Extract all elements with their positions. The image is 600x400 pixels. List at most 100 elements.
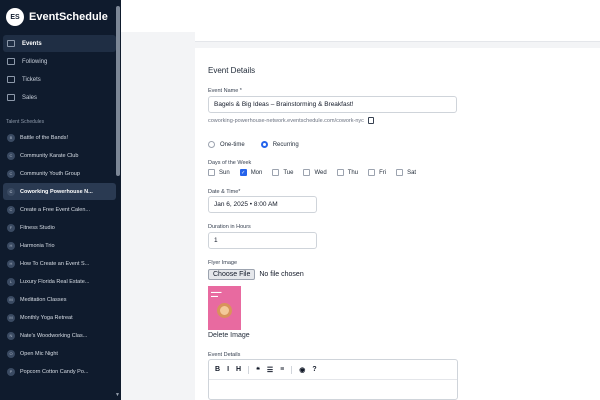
one-time-label: One-time — [220, 141, 245, 148]
day-checkbox[interactable] — [396, 169, 404, 176]
quote-button[interactable]: ❝ — [256, 366, 260, 374]
schedule-item[interactable]: P Popcorn Cotton Candy Po... — [3, 363, 116, 380]
schedule-avatar: B — [7, 133, 15, 142]
schedule-item[interactable]: C Community Youth Group — [3, 165, 116, 182]
nav-item-events[interactable]: Events — [3, 35, 116, 52]
duration-input[interactable]: 1 — [208, 232, 317, 249]
no-file-text: No file chosen — [259, 271, 304, 278]
day-option-mon[interactable]: ✓ Mon — [239, 169, 262, 176]
nav-item-label: Tickets — [22, 76, 41, 83]
day-option-sat[interactable]: Sat — [396, 169, 416, 176]
schedule-avatar: M — [7, 313, 15, 322]
preview-button[interactable]: ◉ — [299, 366, 305, 374]
schedule-item[interactable]: B Battle of the Bands! — [3, 129, 116, 146]
day-option-fri[interactable]: Fri — [368, 169, 386, 176]
one-time-radio[interactable] — [208, 141, 215, 148]
nav-item-following[interactable]: Following — [3, 53, 116, 70]
nav-item-label: Following — [22, 58, 48, 65]
bullet-list-button[interactable]: ☰ — [267, 366, 273, 374]
day-checkbox[interactable]: ✓ — [239, 169, 247, 176]
section-title: Event Details — [208, 66, 256, 75]
event-name-label: Event Name * — [208, 88, 242, 94]
app-logo[interactable]: ES EventSchedule — [0, 0, 121, 34]
event-details-card: Event Details Event Name * Bagels & Big … — [195, 48, 600, 400]
schedule-item[interactable]: C Create a Free Event Calen... — [3, 201, 116, 218]
schedule-label: Battle of the Bands! — [20, 134, 69, 141]
schedule-avatar: L — [7, 277, 15, 286]
day-checkbox[interactable] — [303, 169, 311, 176]
day-label: Thu — [347, 169, 359, 176]
schedule-avatar: H — [7, 241, 15, 250]
schedule-avatar: C — [7, 187, 15, 196]
day-checkbox[interactable] — [272, 169, 280, 176]
days-of-week: Sun ✓ Mon Tue Wed Thu Fri Sat — [208, 169, 426, 176]
italic-button[interactable]: I — [227, 366, 229, 373]
datetime-input[interactable]: Jan 6, 2025 • 8:00 AM — [208, 196, 317, 213]
schedule-item[interactable]: L Luxury Florida Real Estate... — [3, 273, 116, 290]
schedule-item[interactable]: F Fitness Studio — [3, 219, 116, 236]
schedule-label: Popcorn Cotton Candy Po... — [20, 368, 89, 375]
bagel-illustration — [217, 303, 232, 318]
day-label: Tue — [283, 169, 294, 176]
toolbar-separator — [291, 365, 293, 374]
event-url: coworking-powerhouse-network.eventschedu… — [208, 117, 374, 124]
day-checkbox[interactable] — [208, 169, 215, 176]
flyer-thumbnail: ▬▬▬ ▬▬ — [208, 286, 241, 330]
rich-text-editor[interactable]: B I H ❝ ☰ ≡ ◉? — [208, 359, 458, 400]
schedule-avatar: F — [7, 223, 15, 232]
ticket-icon — [7, 76, 15, 83]
day-label: Sat — [407, 169, 417, 176]
flyer-thumbnail-art: ▬▬▬ ▬▬ — [211, 290, 222, 298]
nav-item-tickets[interactable]: Tickets — [3, 71, 116, 88]
schedule-item[interactable]: H Harmonia Trio — [3, 237, 116, 254]
schedule-item[interactable]: N Nate's Woodworking Clas... — [3, 327, 116, 344]
scroll-down-icon[interactable]: ▼ — [115, 392, 120, 398]
nav-item-label: Events — [22, 40, 42, 47]
help-button[interactable]: ? — [312, 366, 316, 373]
schedule-avatar: C — [7, 205, 15, 214]
toolbar-separator — [248, 365, 250, 374]
recurring-label: Recurring — [272, 141, 299, 148]
schedule-item[interactable]: C Coworking Powerhouse N... — [3, 183, 116, 200]
schedule-item[interactable]: O Open Mic Night — [3, 345, 116, 362]
schedule-label: Community Karate Club — [20, 152, 79, 159]
schedule-item[interactable]: C Community Karate Club — [3, 147, 116, 164]
logo-icon: ES — [6, 8, 24, 26]
sidebar: ES EventSchedule Events Following Tickets S… — [0, 0, 121, 400]
numbered-list-button[interactable]: ≡ — [280, 366, 284, 373]
day-option-tue[interactable]: Tue — [272, 169, 293, 176]
schedule-avatar: O — [7, 349, 15, 358]
schedule-item[interactable]: M Meditation Classes — [3, 291, 116, 308]
heading-button[interactable]: H — [236, 366, 241, 373]
choose-file-button[interactable]: Choose File — [208, 269, 256, 280]
schedule-list: B Battle of the Bands! C Community Karate C… — [0, 129, 121, 380]
main-content: Event Details Event Name * Bagels & Big … — [121, 0, 600, 400]
schedule-label: Monthly Yoga Retreat — [20, 314, 73, 321]
day-checkbox[interactable] — [368, 169, 376, 176]
copy-icon[interactable] — [367, 117, 374, 124]
day-option-sun[interactable]: Sun — [208, 169, 230, 176]
calendar-icon — [7, 40, 15, 47]
schedule-label: Meditation Classes — [20, 296, 67, 303]
day-option-wed[interactable]: Wed — [303, 169, 327, 176]
schedule-avatar: C — [7, 169, 15, 178]
schedule-label: Luxury Florida Real Estate... — [20, 278, 90, 285]
editor-toolbar: B I H ❝ ☰ ≡ ◉? — [209, 360, 457, 380]
delete-image-link[interactable]: Delete Image — [208, 332, 250, 339]
schedule-item[interactable]: M Monthly Yoga Retreat — [3, 309, 116, 326]
bold-button[interactable]: B — [215, 366, 220, 373]
sidebar-scrollbar[interactable] — [116, 6, 120, 176]
day-checkbox[interactable] — [336, 169, 344, 176]
schedule-label: Open Mic Night — [20, 350, 58, 357]
day-label: Fri — [379, 169, 387, 176]
schedule-item[interactable]: H How To Create an Event S... — [3, 255, 116, 272]
nav-item-sales[interactable]: Sales — [3, 89, 116, 106]
previous-card — [195, 32, 600, 42]
schedule-label: Nate's Woodworking Clas... — [20, 332, 88, 339]
day-option-thu[interactable]: Thu — [336, 169, 359, 176]
event-url-text: coworking-powerhouse-network.eventschedu… — [208, 117, 364, 124]
event-details-label: Event Details — [208, 352, 241, 358]
recurring-radio[interactable] — [260, 141, 268, 148]
event-name-input[interactable]: Bagels & Big Ideas – Brainstorming & Bre… — [208, 96, 457, 113]
duration-label: Duration in Hours — [208, 224, 251, 230]
